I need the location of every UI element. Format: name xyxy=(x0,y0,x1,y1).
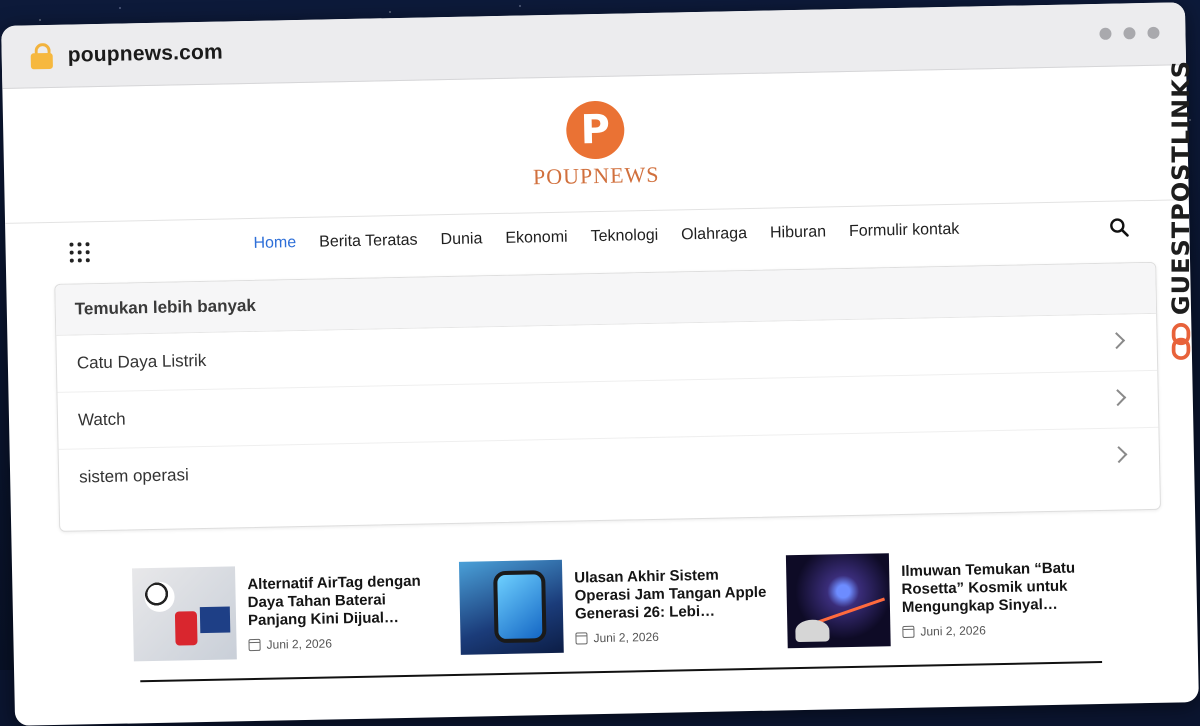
nav-item-teknologi[interactable]: Teknologi xyxy=(590,227,658,246)
article-date: Juni 2, 2026 xyxy=(902,621,1094,639)
article-thumbnail[interactable] xyxy=(132,566,237,662)
article-date-text: Juni 2, 2026 xyxy=(266,636,333,652)
article-date-text: Juni 2, 2026 xyxy=(920,623,986,639)
article-thumbnail[interactable] xyxy=(458,559,564,655)
section-divider xyxy=(140,660,1103,683)
article-title[interactable]: Ulasan Akhir Sistem Operasi Jam Tangan A… xyxy=(574,566,767,624)
window-controls xyxy=(1099,26,1160,40)
web-page: P POUPNEWS Home Berita Teratas Dunia Eko… xyxy=(2,65,1199,726)
chevron-right-icon xyxy=(1110,446,1128,464)
chevron-right-icon xyxy=(1109,389,1127,407)
chain-link-icon xyxy=(1171,323,1191,360)
article-thumbnail[interactable] xyxy=(785,553,891,649)
nav-item-olahraga[interactable]: Olahraga xyxy=(681,225,747,244)
article-card[interactable]: Ulasan Akhir Sistem Operasi Jam Tangan A… xyxy=(458,556,768,655)
article-title[interactable]: Alternatif AirTag dengan Daya Tahan Bate… xyxy=(247,572,440,630)
article-card[interactable]: Alternatif AirTag dengan Daya Tahan Bate… xyxy=(132,562,441,662)
watermark-text: GUESTPOSTLINKS xyxy=(1167,60,1195,316)
site-logo-icon[interactable]: P xyxy=(565,100,625,160)
nav-item-ekonomi[interactable]: Ekonomi xyxy=(505,229,568,248)
nav-item-dunia[interactable]: Dunia xyxy=(440,230,482,249)
window-dot-icon[interactable] xyxy=(1123,27,1136,40)
discover-more-panel: Temukan lebih banyak Catu Daya Listrik W… xyxy=(54,261,1162,532)
article-date-text: Juni 2, 2026 xyxy=(593,629,660,646)
nav-item-home[interactable]: Home xyxy=(253,234,296,253)
discover-item-label: Catu Daya Listrik xyxy=(76,350,207,373)
article-date: Juni 2, 2026 xyxy=(248,634,440,652)
lock-icon xyxy=(29,42,54,70)
nav-item-hiburan[interactable]: Hiburan xyxy=(770,223,826,242)
nav-item-formulir-kontak[interactable]: Formulir kontak xyxy=(849,221,960,241)
grid-menu-icon[interactable] xyxy=(69,242,90,263)
window-dot-icon[interactable] xyxy=(1099,27,1112,40)
address-url[interactable]: poupnews.com xyxy=(67,41,223,68)
discover-item-label: sistem operasi xyxy=(78,465,189,487)
article-title[interactable]: Ilmuwan Temukan “Batu Rosetta” Kosmik un… xyxy=(901,559,1094,617)
browser-window: poupnews.com P POUPNEWS Home Berita Tera… xyxy=(1,2,1199,726)
search-icon[interactable] xyxy=(1109,217,1129,237)
discover-item-label: Watch xyxy=(77,409,126,430)
calendar-icon xyxy=(575,632,588,645)
site-header: P POUPNEWS xyxy=(2,65,1189,224)
article-date: Juni 2, 2026 xyxy=(575,628,767,646)
article-list: Alternatif AirTag dengan Daya Tahan Bate… xyxy=(132,549,1095,662)
watermark: GUESTPOSTLINKS xyxy=(1166,60,1196,360)
window-dot-icon[interactable] xyxy=(1147,26,1160,39)
calendar-icon xyxy=(902,625,915,638)
chevron-right-icon xyxy=(1108,332,1126,350)
calendar-icon xyxy=(248,638,261,652)
article-card[interactable]: Ilmuwan Temukan “Batu Rosetta” Kosmik un… xyxy=(785,549,1095,649)
nav-menu: Home Berita Teratas Dunia Ekonomi Teknol… xyxy=(253,221,959,253)
nav-item-berita-teratas[interactable]: Berita Teratas xyxy=(319,232,418,252)
